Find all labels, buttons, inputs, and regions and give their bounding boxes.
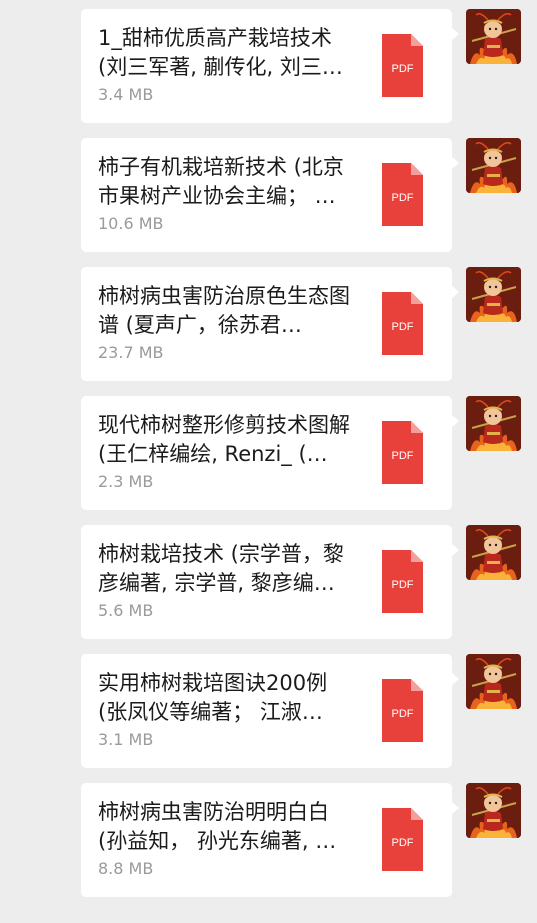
monkey-king-avatar-icon[interactable]	[466, 138, 521, 193]
monkey-king-avatar-icon[interactable]	[466, 267, 521, 322]
pdf-label: PDF	[392, 63, 414, 75]
file-name: 柿树病虫害防治明明白白 (孙益知， 孙光东编著, …	[98, 800, 337, 853]
chat-message-row: 柿树病虫害防治明明白白 (孙益知， 孙光东编著, … 8.8 MB PDF	[0, 783, 537, 897]
pdf-label: PDF	[392, 708, 414, 720]
pdf-label: PDF	[392, 450, 414, 462]
file-message-bubble[interactable]: 现代柿树整形修剪技术图解 (王仁梓编绘, Renzi_ (… 2.3 MB PDF	[81, 396, 459, 510]
file-name: 柿树栽培技术 (宗学普，黎彦编著, 宗学普, 黎彦编…	[98, 542, 344, 595]
file-size: 2.3 MB	[98, 472, 154, 491]
pdf-label: PDF	[392, 192, 414, 204]
monkey-king-avatar-icon[interactable]	[466, 783, 521, 838]
monkey-king-avatar-icon[interactable]	[466, 9, 521, 64]
file-name: 现代柿树整形修剪技术图解 (王仁梓编绘, Renzi_ (…	[98, 413, 350, 466]
file-message-bubble[interactable]: 柿树病虫害防治原色生态图谱 (夏声广，徐苏君… 23.7 MB PDF	[81, 267, 459, 381]
pdf-file-icon: PDF	[382, 679, 423, 742]
pdf-file-icon: PDF	[382, 163, 423, 226]
file-size: 23.7 MB	[98, 343, 164, 362]
file-name: 柿子有机栽培新技术 (北京市果树产业协会主编； …	[98, 155, 344, 208]
pdf-file-icon: PDF	[382, 34, 423, 97]
chat-message-row: 柿树病虫害防治原色生态图谱 (夏声广，徐苏君… 23.7 MB PDF	[0, 267, 537, 381]
file-size: 3.1 MB	[98, 730, 154, 749]
file-name: 柿树病虫害防治原色生态图谱 (夏声广，徐苏君…	[98, 284, 350, 337]
file-message-bubble[interactable]: 1_甜柿优质高产栽培技术 (刘三军著, 蒯传化, 刘三… 3.4 MB PDF	[81, 9, 459, 123]
file-name: 实用柿树栽培图诀200例 (张凤仪等编著； 江淑…	[98, 671, 328, 724]
chat-message-row: 现代柿树整形修剪技术图解 (王仁梓编绘, Renzi_ (… 2.3 MB PDF	[0, 396, 537, 510]
pdf-label: PDF	[392, 321, 414, 333]
chat-message-row: 实用柿树栽培图诀200例 (张凤仪等编著； 江淑… 3.1 MB PDF	[0, 654, 537, 768]
monkey-king-avatar-icon[interactable]	[466, 654, 521, 709]
chat-message-row: 柿树栽培技术 (宗学普，黎彦编著, 宗学普, 黎彦编… 5.6 MB PDF	[0, 525, 537, 639]
file-size: 5.6 MB	[98, 601, 154, 620]
pdf-file-icon: PDF	[382, 550, 423, 613]
file-message-bubble[interactable]: 柿树病虫害防治明明白白 (孙益知， 孙光东编著, … 8.8 MB PDF	[81, 783, 459, 897]
file-size: 8.8 MB	[98, 859, 154, 878]
pdf-file-icon: PDF	[382, 292, 423, 355]
pdf-label: PDF	[392, 837, 414, 849]
pdf-file-icon: PDF	[382, 808, 423, 871]
file-name: 1_甜柿优质高产栽培技术 (刘三军著, 蒯传化, 刘三…	[98, 26, 343, 79]
monkey-king-avatar-icon[interactable]	[466, 525, 521, 580]
file-message-bubble[interactable]: 柿子有机栽培新技术 (北京市果树产业协会主编； … 10.6 MB PDF	[81, 138, 459, 252]
pdf-label: PDF	[392, 579, 414, 591]
file-message-bubble[interactable]: 柿树栽培技术 (宗学普，黎彦编著, 宗学普, 黎彦编… 5.6 MB PDF	[81, 525, 459, 639]
monkey-king-avatar-icon[interactable]	[466, 396, 521, 451]
pdf-file-icon: PDF	[382, 421, 423, 484]
file-message-bubble[interactable]: 实用柿树栽培图诀200例 (张凤仪等编著； 江淑… 3.1 MB PDF	[81, 654, 459, 768]
chat-message-row: 柿子有机栽培新技术 (北京市果树产业协会主编； … 10.6 MB PDF	[0, 138, 537, 252]
chat-message-row: 1_甜柿优质高产栽培技术 (刘三军著, 蒯传化, 刘三… 3.4 MB PDF	[0, 9, 537, 123]
file-size: 3.4 MB	[98, 85, 154, 104]
file-size: 10.6 MB	[98, 214, 164, 233]
